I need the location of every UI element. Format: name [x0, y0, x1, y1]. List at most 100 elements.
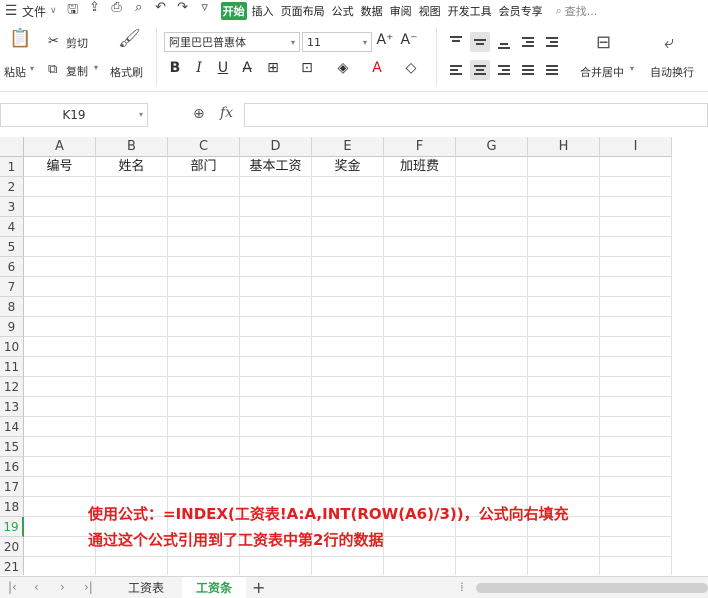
cell-a15[interactable] [24, 437, 96, 457]
menu-icon[interactable]: ☰ [0, 3, 22, 19]
cell-f16[interactable] [384, 457, 456, 477]
cell-i18[interactable] [600, 497, 672, 517]
cell-d1[interactable]: 基本工资 [240, 157, 312, 177]
tab-developer[interactable]: 开发工具 [446, 2, 494, 20]
underline-icon[interactable]: U [214, 60, 232, 76]
merge-chevron-icon[interactable]: ▾ [630, 64, 634, 73]
cell-h5[interactable] [528, 237, 600, 257]
cell-b10[interactable] [96, 337, 168, 357]
print-preview-icon[interactable]: ⌕ [131, 0, 147, 22]
cell-f5[interactable] [384, 237, 456, 257]
font-size-select[interactable]: 11 ▾ [302, 32, 372, 52]
cell-a9[interactable] [24, 317, 96, 337]
cell-e15[interactable] [312, 437, 384, 457]
row-header-13[interactable]: 13 [0, 397, 24, 417]
cell-b15[interactable] [96, 437, 168, 457]
tab-page-layout[interactable]: 页面布局 [279, 2, 327, 20]
cell-h11[interactable] [528, 357, 600, 377]
cell-f13[interactable] [384, 397, 456, 417]
cell-i3[interactable] [600, 197, 672, 217]
cell-i8[interactable] [600, 297, 672, 317]
cell-a12[interactable] [24, 377, 96, 397]
cell-d11[interactable] [240, 357, 312, 377]
cell-e2[interactable] [312, 177, 384, 197]
cell-b6[interactable] [96, 257, 168, 277]
cell-d4[interactable] [240, 217, 312, 237]
justify-button[interactable] [518, 60, 538, 80]
strikethrough-icon[interactable]: A̶ [238, 60, 256, 76]
cell-b4[interactable] [96, 217, 168, 237]
bold-icon[interactable]: B [166, 60, 184, 76]
cell-d3[interactable] [240, 197, 312, 217]
cell-g16[interactable] [456, 457, 528, 477]
cell-e14[interactable] [312, 417, 384, 437]
cell-i12[interactable] [600, 377, 672, 397]
cell-i13[interactable] [600, 397, 672, 417]
cell-f3[interactable] [384, 197, 456, 217]
print-icon[interactable]: ⎙ [109, 0, 125, 22]
cell-e9[interactable] [312, 317, 384, 337]
paste-chevron-icon[interactable]: ▾ [30, 64, 34, 73]
cell-c9[interactable] [168, 317, 240, 337]
cell-i7[interactable] [600, 277, 672, 297]
cell-e4[interactable] [312, 217, 384, 237]
cell-b13[interactable] [96, 397, 168, 417]
tab-view[interactable]: 视图 [417, 2, 443, 20]
cell-g5[interactable] [456, 237, 528, 257]
font-name-select[interactable]: 阿里巴巴普惠体 ▾ [164, 32, 300, 52]
name-box[interactable]: K19 ▾ [0, 103, 148, 127]
cell-g10[interactable] [456, 337, 528, 357]
redo-icon[interactable]: ↷ [175, 0, 191, 22]
cell-a18[interactable] [24, 497, 96, 517]
cell-a7[interactable] [24, 277, 96, 297]
cell-b3[interactable] [96, 197, 168, 217]
cell-h12[interactable] [528, 377, 600, 397]
cell-f20[interactable] [384, 537, 456, 557]
tab-member[interactable]: 会员专享 [497, 2, 545, 20]
export-icon[interactable]: ⇪ [87, 0, 103, 22]
sheet-tab-payslip[interactable]: 工资条 [182, 577, 246, 598]
row-header-4[interactable]: 4 [0, 217, 24, 237]
cell-h20[interactable] [528, 537, 600, 557]
tab-insert[interactable]: 插入 [250, 2, 276, 20]
column-header-d[interactable]: D [240, 137, 312, 157]
cell-d15[interactable] [240, 437, 312, 457]
cell-h7[interactable] [528, 277, 600, 297]
cell-g2[interactable] [456, 177, 528, 197]
cell-b2[interactable] [96, 177, 168, 197]
row-header-21[interactable]: 21 [0, 557, 24, 575]
cell-d9[interactable] [240, 317, 312, 337]
cell-c15[interactable] [168, 437, 240, 457]
cell-e8[interactable] [312, 297, 384, 317]
decrease-font-icon[interactable]: A⁻ [400, 32, 418, 48]
cell-f6[interactable] [384, 257, 456, 277]
cell-h21[interactable] [528, 557, 600, 575]
cell-i14[interactable] [600, 417, 672, 437]
row-header-1[interactable]: 1 [0, 157, 24, 177]
fx-icon[interactable]: fx [220, 105, 233, 121]
cell-a6[interactable] [24, 257, 96, 277]
cell-i1[interactable] [600, 157, 672, 177]
row-header-8[interactable]: 8 [0, 297, 24, 317]
row-header-19[interactable]: 19 [0, 517, 24, 537]
row-header-2[interactable]: 2 [0, 177, 24, 197]
column-header-h[interactable]: H [528, 137, 600, 157]
search-box[interactable]: ⌕ 查找... [556, 3, 598, 19]
wrap-text-button[interactable]: 自动换行 [650, 64, 694, 80]
cell-h15[interactable] [528, 437, 600, 457]
cell-i4[interactable] [600, 217, 672, 237]
row-header-11[interactable]: 11 [0, 357, 24, 377]
cell-e17[interactable] [312, 477, 384, 497]
prev-sheet-icon[interactable]: ‹ [34, 580, 39, 594]
cell-h9[interactable] [528, 317, 600, 337]
row-header-12[interactable]: 12 [0, 377, 24, 397]
column-header-f[interactable]: F [384, 137, 456, 157]
cell-b5[interactable] [96, 237, 168, 257]
cell-a21[interactable] [24, 557, 96, 575]
cell-a10[interactable] [24, 337, 96, 357]
cell-b14[interactable] [96, 417, 168, 437]
format-painter-button[interactable]: 格式刷 [110, 64, 143, 80]
cell-e5[interactable] [312, 237, 384, 257]
cell-h13[interactable] [528, 397, 600, 417]
eraser-icon[interactable]: ◇ [402, 60, 420, 76]
